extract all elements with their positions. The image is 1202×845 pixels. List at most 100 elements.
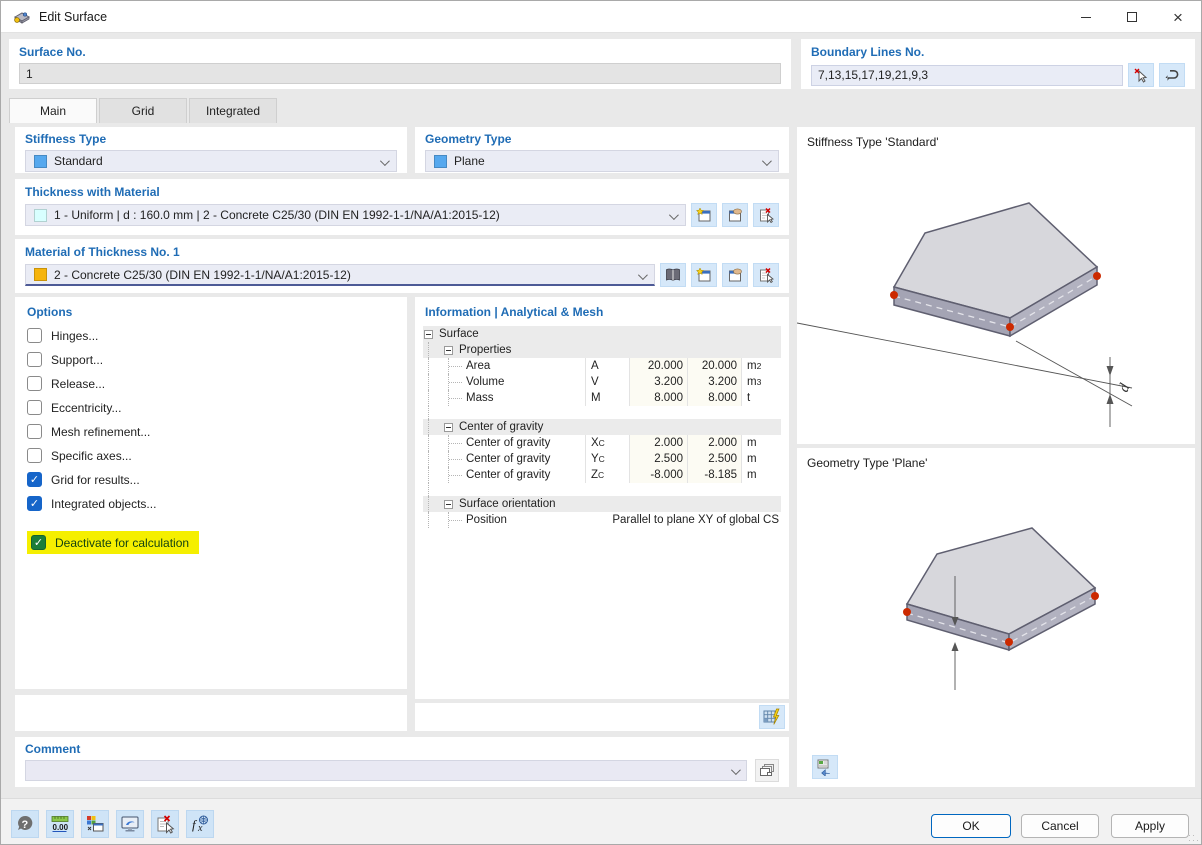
option-specific-axes[interactable]: Specific axes... — [27, 448, 395, 463]
tab-integrated[interactable]: Integrated — [189, 98, 277, 123]
select-lines-button[interactable] — [1128, 63, 1154, 87]
cancel-button[interactable]: Cancel — [1021, 814, 1099, 838]
option-label: Hinges... — [51, 328, 99, 343]
collapse-icon[interactable] — [444, 345, 453, 355]
highlight-wrap: ✓ Deactivate for calculation — [27, 531, 200, 554]
surface-no-label: Surface No. — [19, 45, 86, 59]
option-label: Deactivate for calculation — [55, 535, 190, 550]
resize-grip[interactable]: ·· ··· — [1188, 831, 1199, 845]
checkbox-icon[interactable]: ✓ — [27, 496, 42, 511]
new-material-button[interactable] — [691, 263, 717, 287]
comment-label: Comment — [25, 742, 81, 756]
stiffness-preview-image: d — [797, 202, 1134, 427]
option-eccentricity[interactable]: Eccentricity... — [27, 400, 395, 415]
surface-icon — [13, 11, 31, 24]
checkbox-icon[interactable] — [27, 424, 42, 439]
svg-text:x: x — [197, 823, 203, 834]
option-mesh-refinement[interactable]: Mesh refinement... — [27, 424, 395, 439]
close-icon: × — [1173, 7, 1183, 27]
info-tree: Surface Properties Area A 20.000 20.000 m 2 Volu… — [423, 326, 781, 528]
close-button[interactable]: × — [1155, 1, 1201, 33]
option-integrated-objects[interactable]: ✓ Integrated objects... — [27, 496, 395, 511]
surface-no-input[interactable] — [19, 63, 781, 84]
checkbox-icon[interactable] — [27, 328, 42, 343]
collapse-icon[interactable] — [444, 499, 453, 509]
edit-material-button[interactable] — [722, 263, 748, 287]
chevron-down-icon — [379, 156, 390, 167]
stiffness-type-select[interactable]: Standard — [25, 150, 397, 172]
checkbox-icon[interactable]: ✓ — [27, 472, 42, 487]
delete-selection-icon — [157, 815, 175, 834]
checkbox-icon[interactable]: ✓ — [31, 535, 46, 550]
geometry-type-value: Plane — [454, 154, 485, 168]
boundary-lines-input[interactable] — [811, 64, 1123, 86]
option-hinges[interactable]: Hinges... — [27, 328, 395, 343]
select-pointer-icon — [1134, 68, 1148, 83]
comment-input[interactable] — [25, 760, 747, 781]
tree-cell: m — [741, 451, 781, 467]
maximize-button[interactable] — [1109, 1, 1155, 33]
units-settings-button[interactable]: 0.00 — [46, 810, 74, 838]
material-library-button[interactable] — [660, 263, 686, 287]
edit-thickness-button[interactable] — [722, 203, 748, 227]
collapse-icon[interactable] — [424, 329, 433, 339]
tab-grid[interactable]: Grid — [99, 98, 187, 123]
material-select[interactable]: 2 - Concrete C25/30 (DIN EN 1992-1-1/NA/… — [25, 264, 655, 286]
thickness-value: 1 - Uniform | d : 160.0 mm | 2 - Concret… — [54, 208, 500, 222]
tree-row-center-of-gravity[interactable]: Center of gravity — [423, 419, 781, 435]
display-settings-button[interactable] — [81, 810, 109, 838]
geometry-preview-section: Geometry Type 'Plane' — [797, 448, 1195, 787]
ok-button[interactable]: OK — [931, 814, 1011, 838]
checkbox-icon[interactable] — [27, 352, 42, 367]
information-section: Information | Analytical & Mesh Surface P… — [415, 297, 789, 699]
minimize-button[interactable] — [1063, 1, 1109, 33]
tree-row-surface[interactable]: Surface — [423, 326, 781, 342]
material-label: Material of Thickness No. 1 — [25, 245, 180, 259]
chevron-down-icon — [637, 270, 648, 281]
delete-object-button[interactable] — [151, 810, 179, 838]
comment-templates-button[interactable] — [755, 759, 779, 782]
help-button[interactable]: ? — [11, 810, 39, 838]
checkbox-icon[interactable] — [27, 400, 42, 415]
export-image-button[interactable] — [812, 755, 838, 779]
new-thickness-button[interactable] — [691, 203, 717, 227]
formula-button[interactable]: f x — [186, 810, 214, 838]
delete-material-button[interactable] — [753, 263, 779, 287]
geometry-type-select[interactable]: Plane — [425, 150, 779, 172]
delete-thickness-button[interactable] — [753, 203, 779, 227]
checkbox-icon[interactable] — [27, 376, 42, 391]
tree-cell: -8.000 — [629, 467, 687, 483]
option-deactivate-for-calculation[interactable]: ✓ Deactivate for calculation — [27, 531, 395, 554]
tree-gap — [423, 483, 781, 496]
rendering-button[interactable] — [116, 810, 144, 838]
information-header: Information | Analytical & Mesh — [425, 305, 604, 319]
edit-item-icon — [729, 208, 742, 222]
chevron-down-icon — [668, 210, 679, 221]
tab-strip: Main Grid Integrated — [9, 98, 279, 123]
collapse-icon[interactable] — [444, 422, 453, 432]
dimension-d-label: d — [1116, 381, 1134, 394]
mesh-settings-button[interactable] — [759, 705, 785, 729]
tree-row-center-of-gravity: Center of gravity Y C 2.500 2.500 m — [423, 451, 781, 467]
u-turn-arrow-icon — [1165, 70, 1179, 81]
tree-gap — [423, 406, 781, 419]
thickness-select[interactable]: 1 - Uniform | d : 160.0 mm | 2 - Concret… — [25, 204, 686, 226]
tree-row-properties[interactable]: Properties — [423, 342, 781, 358]
checkbox-icon[interactable] — [27, 448, 42, 463]
tree-row-volume: Volume V 3.200 3.200 m 3 — [423, 374, 781, 390]
option-label: Grid for results... — [51, 472, 140, 487]
tree-row-surface-orientation[interactable]: Surface orientation — [423, 496, 781, 512]
tree-group-label: Surface orientation — [459, 498, 556, 510]
tree-group-label: Surface — [439, 328, 479, 340]
tree-cell: t — [741, 390, 781, 406]
reverse-orientation-button[interactable] — [1159, 63, 1185, 87]
apply-button[interactable]: Apply — [1111, 814, 1189, 838]
minimize-icon — [1081, 16, 1091, 18]
tree-cell: 20.000 — [629, 358, 687, 374]
image-export-icon — [817, 759, 830, 776]
option-support[interactable]: Support... — [27, 352, 395, 367]
option-release[interactable]: Release... — [27, 376, 395, 391]
svg-text:?: ? — [22, 819, 29, 831]
tab-main[interactable]: Main — [9, 98, 97, 123]
option-grid-for-results[interactable]: ✓ Grid for results... — [27, 472, 395, 487]
